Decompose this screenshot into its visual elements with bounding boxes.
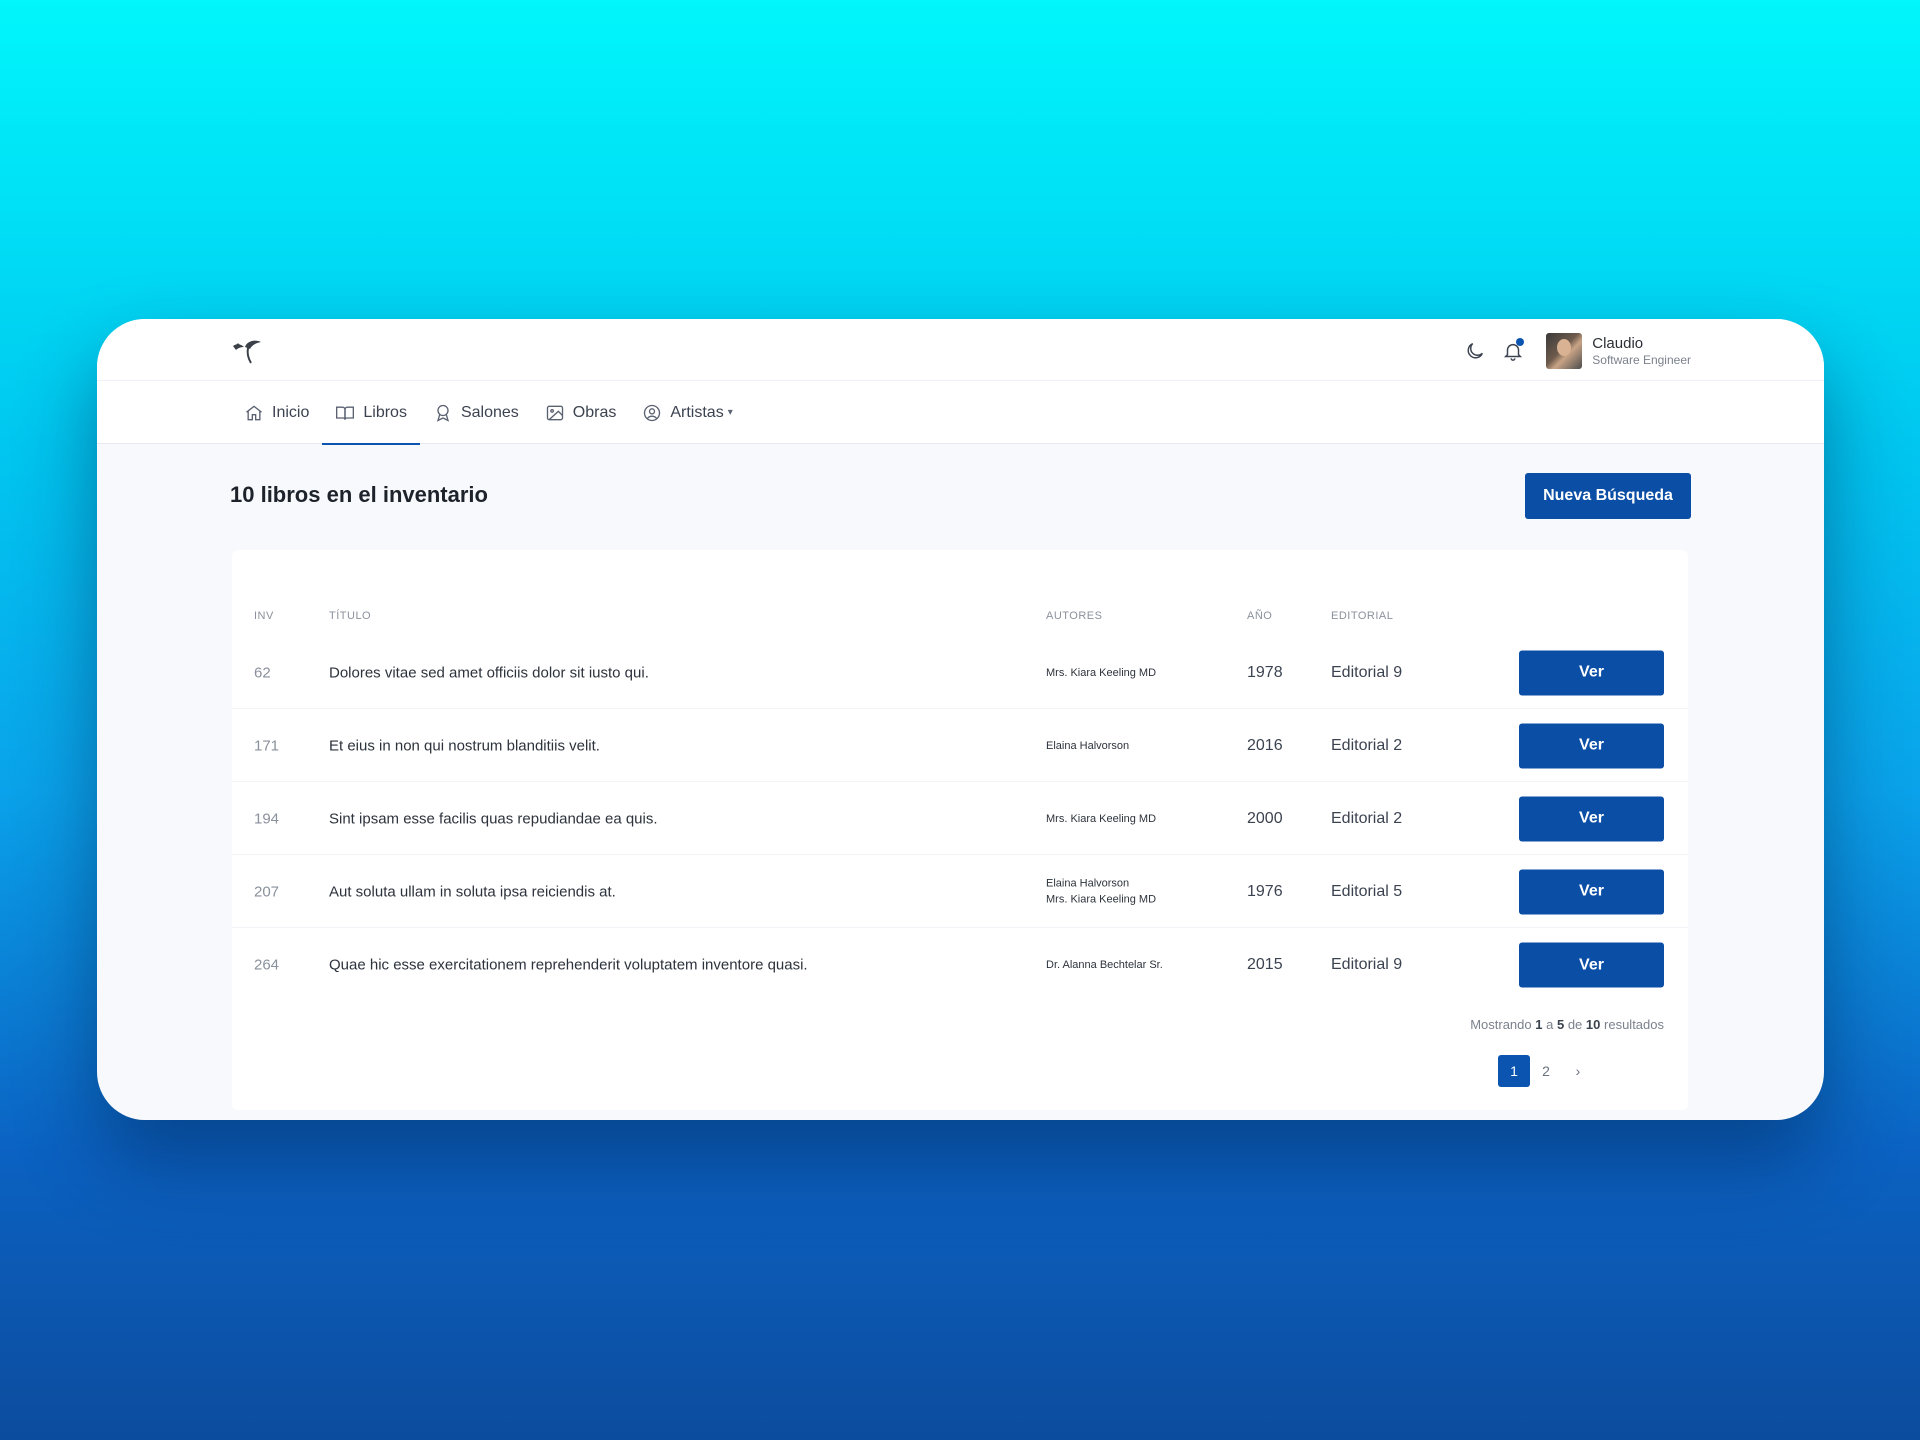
page-button-1[interactable]: 1 <box>1498 1055 1530 1087</box>
row-title: Et eius in non qui nostrum blanditiis ve… <box>329 737 600 754</box>
author-name: Elaina Halvorson <box>1046 739 1130 752</box>
nav-label: Artistas <box>670 403 724 421</box>
author-name: Mrs. Kiara Keeling MD <box>1046 893 1157 906</box>
row-year: 2016 <box>1247 736 1283 754</box>
row-inv: 171 <box>254 737 280 754</box>
view-button[interactable]: Ver <box>1519 650 1664 695</box>
app-window: Claudio Software Engineer Inicio Libros <box>97 319 1824 1120</box>
row-inv: 194 <box>254 810 280 827</box>
column-header-title[interactable]: TÍTULO <box>329 610 371 622</box>
row-publisher: Editorial 5 <box>1331 882 1403 900</box>
page-button-2[interactable]: 2 <box>1530 1055 1562 1087</box>
nav-label: Salones <box>460 403 519 421</box>
summary-total: 10 <box>1585 1017 1601 1032</box>
next-page-button[interactable]: › <box>1562 1055 1594 1087</box>
home-icon <box>246 404 262 420</box>
table-row: 62 Dolores vitae sed amet officiis dolor… <box>232 637 1688 709</box>
dark-mode-toggle[interactable] <box>1462 338 1488 364</box>
user-menu[interactable]: Claudio Software Engineer <box>1592 335 1691 367</box>
row-publisher: Editorial 9 <box>1331 956 1403 973</box>
nav-item-libros[interactable]: Libros <box>322 381 420 445</box>
chevron-down-icon: ▾ <box>727 407 733 418</box>
book-icon <box>336 406 355 420</box>
row-title: Dolores vitae sed amet officiis dolor si… <box>329 664 649 681</box>
user-name: Claudio <box>1592 334 1644 352</box>
summary-sep: a <box>1546 1017 1554 1032</box>
table-row: 207 Aut soluta ullam in soluta ipsa reic… <box>232 856 1688 928</box>
row-inv: 207 <box>254 883 280 900</box>
column-header-year[interactable]: AÑO <box>1247 610 1272 622</box>
notifications-button[interactable] <box>1500 338 1526 364</box>
row-title: Sint ipsam esse facilis quas repudiandae… <box>329 810 658 827</box>
table-row: 194 Sint ipsam esse facilis quas repudia… <box>232 783 1688 855</box>
summary-sep: de <box>1567 1017 1583 1032</box>
row-authors: Mrs. Kiara Keeling MD <box>1046 664 1156 681</box>
image-icon <box>546 405 563 420</box>
summary-to: 5 <box>1556 1017 1565 1032</box>
column-header-inv[interactable]: INV <box>254 610 274 622</box>
column-header-authors[interactable]: AUTORES <box>1046 610 1102 622</box>
page-title: 10 libros en el inventario <box>230 482 488 507</box>
user-circle-icon <box>644 404 661 421</box>
nav-label: Obras <box>572 403 617 421</box>
app-logo[interactable] <box>231 337 267 365</box>
row-title: Aut soluta ullam in soluta ipsa reiciend… <box>329 883 616 900</box>
pagination: 1 2 › <box>1498 1055 1594 1087</box>
row-inv: 264 <box>254 956 280 974</box>
nav-label: Inicio <box>272 403 310 421</box>
row-authors: Elaina Halvorson Mrs. Kiara Keeling MD <box>1046 875 1156 908</box>
summary-prefix: Mostrando <box>1470 1017 1532 1032</box>
avatar[interactable] <box>1546 333 1583 369</box>
author-name: Mrs. Kiara Keeling MD <box>1046 666 1157 679</box>
table-row: 171 Et eius in non qui nostrum blanditii… <box>232 710 1688 782</box>
view-button[interactable]: Ver <box>1519 869 1664 914</box>
results-summary: Mostrando 1 a 5 de 10 resultados <box>1470 1017 1664 1032</box>
summary-from: 1 <box>1535 1017 1543 1032</box>
main-navigation: Inicio Libros Salones Obras Artistas ▾ <box>97 381 1824 445</box>
summary-suffix: resultados <box>1604 1017 1664 1032</box>
row-authors: Mrs. Kiara Keeling MD <box>1046 810 1156 827</box>
view-button[interactable]: Ver <box>1519 796 1664 841</box>
row-year: 1976 <box>1247 882 1283 900</box>
row-inv: 62 <box>254 664 271 681</box>
row-title: Quae hic esse exercitationem reprehender… <box>329 956 808 974</box>
row-authors: Dr. Alanna Bechtelar Sr. <box>1046 957 1163 974</box>
view-button[interactable]: Ver <box>1519 723 1664 768</box>
row-authors: Elaina Halvorson <box>1046 737 1129 754</box>
table-header: INV TÍTULO AUTORES AÑO EDITORIAL <box>232 595 1688 637</box>
moon-icon <box>1467 342 1484 359</box>
row-publisher: Editorial 2 <box>1331 809 1403 827</box>
nav-item-obras[interactable]: Obras <box>532 381 630 444</box>
table-row: 264 Quae hic esse exercitationem reprehe… <box>232 929 1688 1001</box>
nav-item-inicio[interactable]: Inicio <box>231 381 322 444</box>
row-year: 2000 <box>1247 809 1283 827</box>
view-button[interactable]: Ver <box>1519 942 1664 988</box>
column-header-publisher[interactable]: EDITORIAL <box>1331 610 1393 622</box>
author-name: Elaina Halvorson <box>1046 877 1130 889</box>
author-name: Dr. Alanna Bechtelar Sr. <box>1046 958 1163 971</box>
row-publisher: Editorial 9 <box>1331 663 1403 681</box>
books-table-card: INV TÍTULO AUTORES AÑO EDITORIAL 62 Dolo… <box>232 550 1688 1110</box>
row-year: 2015 <box>1247 956 1283 973</box>
row-publisher: Editorial 2 <box>1331 736 1403 754</box>
award-icon <box>436 404 449 422</box>
nav-item-salones[interactable]: Salones <box>420 381 532 444</box>
top-bar: Claudio Software Engineer <box>97 319 1824 381</box>
author-name: Mrs. Kiara Keeling MD <box>1046 812 1157 825</box>
nav-item-artistas[interactable]: Artistas ▾ <box>629 381 745 444</box>
row-year: 1978 <box>1247 663 1283 681</box>
nav-label: Libros <box>363 403 407 421</box>
new-search-button[interactable]: Nueva Búsqueda <box>1525 473 1691 519</box>
user-role: Software Engineer <box>1592 352 1691 367</box>
